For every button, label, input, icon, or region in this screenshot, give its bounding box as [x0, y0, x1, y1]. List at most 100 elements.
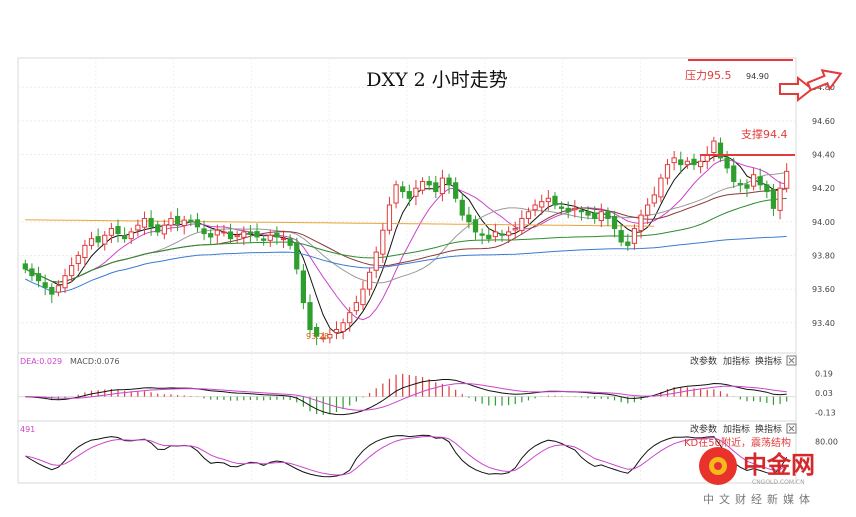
candle-body — [49, 286, 55, 295]
candle-body — [135, 224, 141, 231]
candle-body — [287, 238, 293, 246]
candle-body — [261, 238, 267, 241]
candle-body — [625, 241, 631, 246]
candle-body — [122, 235, 128, 240]
price-tick-label: 93.40 — [812, 319, 835, 328]
candle-body — [446, 177, 452, 186]
candle-body — [247, 231, 254, 235]
candle-body — [419, 180, 426, 191]
candle-body — [698, 160, 704, 168]
candle-body — [161, 224, 167, 235]
candle-body — [42, 282, 48, 288]
macd-label: MACD:0.076 — [70, 357, 120, 366]
candle-body — [340, 322, 346, 333]
candle-body — [578, 209, 585, 213]
add-indicator-button[interactable]: 加指标 — [723, 423, 750, 435]
kd-value-label: 491 — [20, 425, 35, 434]
candle-body — [539, 201, 545, 208]
candle-body — [353, 302, 359, 312]
candle-body — [565, 207, 571, 213]
candle-body — [280, 238, 287, 241]
candle-body — [585, 211, 591, 216]
candle-body — [201, 228, 207, 235]
candle-body — [227, 231, 234, 240]
candle-body — [108, 228, 114, 236]
price-tick-label: 94.20 — [812, 184, 835, 193]
candle-body — [664, 164, 671, 179]
candle-body — [208, 233, 214, 238]
candle-body — [22, 263, 28, 270]
candle-body — [188, 219, 194, 223]
change-params-button[interactable]: 改参数 — [690, 423, 717, 435]
candle-body — [499, 233, 505, 236]
candle-body — [75, 254, 81, 265]
candle-body — [241, 231, 247, 238]
low-price-label: 93.28 — [306, 332, 329, 341]
chart-canvas: 93.4093.6093.8094.0094.2094.4094.6094.80… — [17, 57, 843, 506]
change-params-button[interactable]: 改参数 — [690, 355, 717, 367]
candle-body — [95, 236, 101, 243]
candle-body — [102, 234, 108, 245]
candle-body — [631, 228, 638, 244]
candle-body — [784, 170, 790, 189]
candle-body — [512, 228, 518, 231]
price-axis: 93.4093.6093.8094.0094.2094.4094.6094.80 — [812, 83, 835, 328]
candle-body — [777, 187, 783, 211]
candle-body — [459, 199, 465, 216]
price-tick-label: 93.80 — [812, 251, 835, 260]
candle-body — [744, 184, 750, 189]
candle-body — [35, 273, 42, 282]
candle-body — [466, 214, 472, 223]
support-label: 支撑94.4 — [741, 127, 788, 141]
candle-body — [254, 231, 260, 238]
macd-tick-label: 0.03 — [815, 389, 833, 398]
candle-body — [552, 195, 558, 206]
brand-logo — [699, 447, 737, 485]
candle-body — [651, 194, 657, 204]
candle-body — [214, 229, 220, 236]
candle-body — [393, 184, 399, 204]
add-indicator-button[interactable]: 加指标 — [723, 355, 750, 367]
high-price-label: 94.90 — [746, 72, 769, 81]
candle-body — [750, 174, 757, 187]
candle-body — [234, 234, 240, 238]
brand-slogan: 中文财经新媒体 — [703, 492, 815, 506]
candle-body — [598, 211, 604, 221]
brand-domain: CNGOLD.COM.CN — [752, 479, 805, 486]
switch-indicator-button[interactable]: 换指标 — [755, 355, 782, 367]
switch-indicator-button[interactable]: 换指标 — [755, 423, 782, 435]
dea-label: DEA:0.029 — [20, 357, 62, 366]
candle-body — [711, 140, 717, 154]
candle-body — [267, 234, 273, 241]
candle-body — [737, 182, 743, 186]
candle-body — [764, 184, 770, 193]
candle-body — [55, 285, 62, 293]
price-tick-label: 94.40 — [812, 151, 835, 160]
candle-body — [731, 165, 737, 182]
candle-body — [684, 160, 690, 166]
price-tick-label: 94.60 — [812, 117, 835, 126]
price-tick-label: 94.00 — [812, 218, 835, 227]
candle-body — [148, 217, 154, 228]
candle-body — [69, 265, 75, 277]
candle-body — [274, 232, 280, 238]
candle-body — [294, 242, 300, 270]
candle-body — [413, 187, 419, 197]
candle-body — [366, 271, 373, 290]
resistance-label: 压力95.5 — [685, 69, 732, 82]
candle-body — [62, 275, 68, 289]
candle-body — [678, 159, 684, 166]
candle-body — [221, 231, 227, 234]
candle-body — [426, 180, 432, 186]
candle-body — [360, 288, 366, 306]
candle-body — [128, 231, 134, 240]
candle-body — [592, 212, 598, 219]
candle-body — [88, 238, 95, 246]
candle-body — [168, 217, 174, 226]
candle-body — [479, 233, 485, 236]
candle-body — [671, 157, 677, 164]
candle-body — [406, 191, 412, 199]
candle-body — [433, 182, 439, 193]
candle-body — [82, 244, 88, 258]
candle-body — [307, 302, 313, 330]
